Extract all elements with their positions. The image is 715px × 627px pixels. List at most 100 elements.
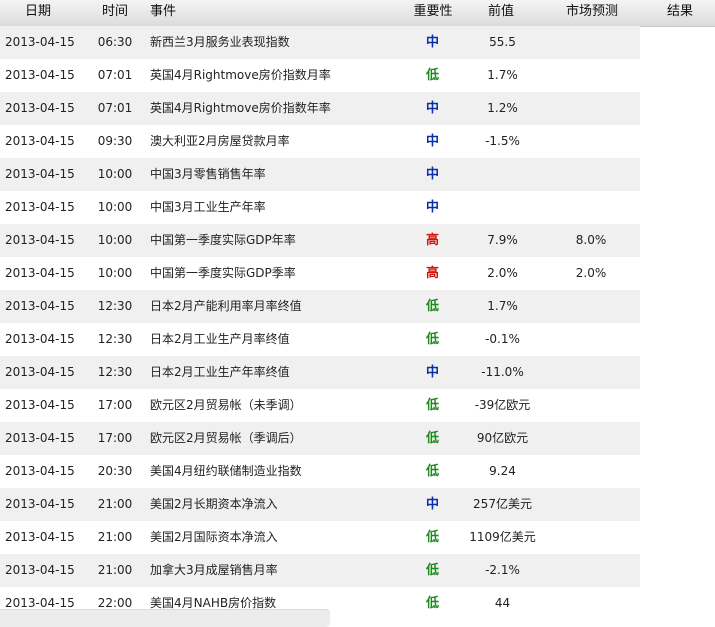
row-time: 17:00 [97, 431, 133, 445]
row-importance: 低 [425, 464, 439, 479]
row-forecast [550, 125, 632, 158]
row-time: 09:30 [97, 134, 133, 148]
row-time: 12:30 [97, 332, 133, 346]
row-previous: -1.5% [485, 134, 520, 148]
row-importance: 低 [425, 68, 439, 83]
row-importance: 低 [425, 530, 439, 545]
row-event: 中国3月工业生产年率 [150, 200, 266, 214]
table-row: 2013-04-15 20:30 美国4月纽约联储制造业指数 低 9.24 [0, 455, 640, 488]
row-importance: 低 [425, 299, 439, 314]
row-forecast [550, 587, 632, 620]
row-date: 2013-04-15 [5, 332, 75, 346]
row-time: 21:00 [97, 530, 133, 544]
row-date: 2013-04-15 [5, 68, 75, 82]
row-forecast [550, 488, 632, 521]
table-row: 2013-04-15 07:01 英国4月Rightmove房价指数月率 低 1.7% [0, 59, 640, 92]
row-forecast [550, 92, 632, 125]
row-time: 12:30 [97, 365, 133, 379]
row-event: 加拿大3月成屋销售月率 [150, 563, 278, 577]
row-forecast [550, 323, 632, 356]
row-date: 2013-04-15 [5, 101, 75, 115]
row-importance: 低 [425, 398, 439, 413]
row-event: 美国2月国际资本净流入 [150, 530, 278, 544]
row-importance: 中 [425, 167, 439, 182]
row-importance: 低 [425, 563, 439, 578]
row-previous: 1.7% [487, 68, 518, 82]
horizontal-scrollbar[interactable] [0, 609, 330, 627]
row-previous: 1109亿美元 [469, 530, 536, 544]
table-row: 2013-04-15 10:00 中国3月工业生产年率 中 [0, 191, 640, 224]
row-forecast [550, 422, 632, 455]
row-previous: -0.1% [485, 332, 520, 346]
table-row: 2013-04-15 12:30 日本2月工业生产月率终值 低 -0.1% [0, 323, 640, 356]
row-importance: 中 [425, 497, 439, 512]
row-forecast [550, 290, 632, 323]
row-forecast [550, 158, 632, 191]
row-event: 英国4月Rightmove房价指数年率 [150, 101, 331, 115]
row-time: 10:00 [97, 167, 133, 181]
row-date: 2013-04-15 [5, 200, 75, 214]
table-row: 2013-04-15 17:00 欧元区2月贸易帐（季调后） 低 90亿欧元 [0, 422, 640, 455]
table-row: 2013-04-15 10:00 中国第一季度实际GDP季率 高 2.0% 2.0% [0, 257, 640, 290]
header-event: 事件 [150, 4, 177, 19]
row-importance: 中 [425, 365, 439, 380]
row-date: 2013-04-15 [5, 398, 75, 412]
row-time: 21:00 [97, 563, 133, 577]
row-event: 欧元区2月贸易帐（未季调） [150, 398, 302, 412]
row-event: 英国4月Rightmove房价指数月率 [150, 68, 331, 82]
row-previous: -39亿欧元 [474, 398, 531, 412]
row-previous: 1.2% [487, 101, 518, 115]
row-time: 10:00 [97, 200, 133, 214]
row-date: 2013-04-15 [5, 530, 75, 544]
row-date: 2013-04-15 [5, 35, 75, 49]
row-event: 美国2月长期资本净流入 [150, 497, 278, 511]
row-time: 06:30 [97, 35, 133, 49]
row-previous: -11.0% [481, 365, 524, 379]
row-forecast [550, 521, 632, 554]
row-date: 2013-04-15 [5, 365, 75, 379]
table-row: 2013-04-15 21:00 美国2月国际资本净流入 低 1109亿美元 [0, 521, 640, 554]
row-previous: 9.24 [489, 464, 516, 478]
row-forecast [550, 59, 632, 92]
header-previous: 前值 [487, 4, 514, 19]
row-importance: 中 [425, 200, 439, 215]
row-forecast [550, 26, 632, 59]
row-event: 澳大利亚2月房屋贷款月率 [150, 134, 290, 148]
row-previous: 257亿美元 [473, 497, 532, 511]
row-importance: 低 [425, 596, 439, 611]
row-previous [455, 158, 550, 191]
row-forecast [550, 356, 632, 389]
table-row: 2013-04-15 21:00 加拿大3月成屋销售月率 低 -2.1% [0, 554, 640, 587]
table-row: 2013-04-15 10:00 中国第一季度实际GDP年率 高 7.9% 8.0% [0, 224, 640, 257]
header-date: 日期 [24, 4, 51, 19]
row-previous: 2.0% [487, 266, 518, 280]
row-time: 10:00 [97, 233, 133, 247]
row-previous: 90亿欧元 [476, 431, 529, 445]
row-date: 2013-04-15 [5, 563, 75, 577]
table-row: 2013-04-15 17:00 欧元区2月贸易帐（未季调） 低 -39亿欧元 [0, 389, 640, 422]
row-time: 07:01 [97, 101, 133, 115]
row-importance: 低 [425, 332, 439, 347]
header-result: 结果 [666, 4, 693, 19]
row-previous [455, 191, 550, 224]
row-time: 20:30 [97, 464, 133, 478]
row-date: 2013-04-15 [5, 464, 75, 478]
row-forecast [550, 191, 632, 224]
row-event: 新西兰3月服务业表现指数 [150, 35, 290, 49]
row-event: 日本2月工业生产年率终值 [150, 365, 290, 379]
row-event: 欧元区2月贸易帐（季调后） [150, 431, 302, 445]
table-row: 2013-04-15 12:30 日本2月工业生产年率终值 中 -11.0% [0, 356, 640, 389]
row-previous: 44 [494, 596, 511, 610]
row-date: 2013-04-15 [5, 299, 75, 313]
row-importance: 中 [425, 35, 439, 50]
row-event: 中国第一季度实际GDP季率 [150, 266, 296, 280]
row-previous: 7.9% [487, 233, 518, 247]
row-event: 日本2月工业生产月率终值 [150, 332, 290, 346]
row-forecast [550, 389, 632, 422]
row-importance: 低 [425, 431, 439, 446]
row-date: 2013-04-15 [5, 167, 75, 181]
row-importance: 高 [425, 266, 439, 281]
table-row: 2013-04-15 10:00 中国3月零售销售年率 中 [0, 158, 640, 191]
table-row: 2013-04-15 06:30 新西兰3月服务业表现指数 中 55.5 [0, 26, 640, 59]
row-time: 21:00 [97, 497, 133, 511]
